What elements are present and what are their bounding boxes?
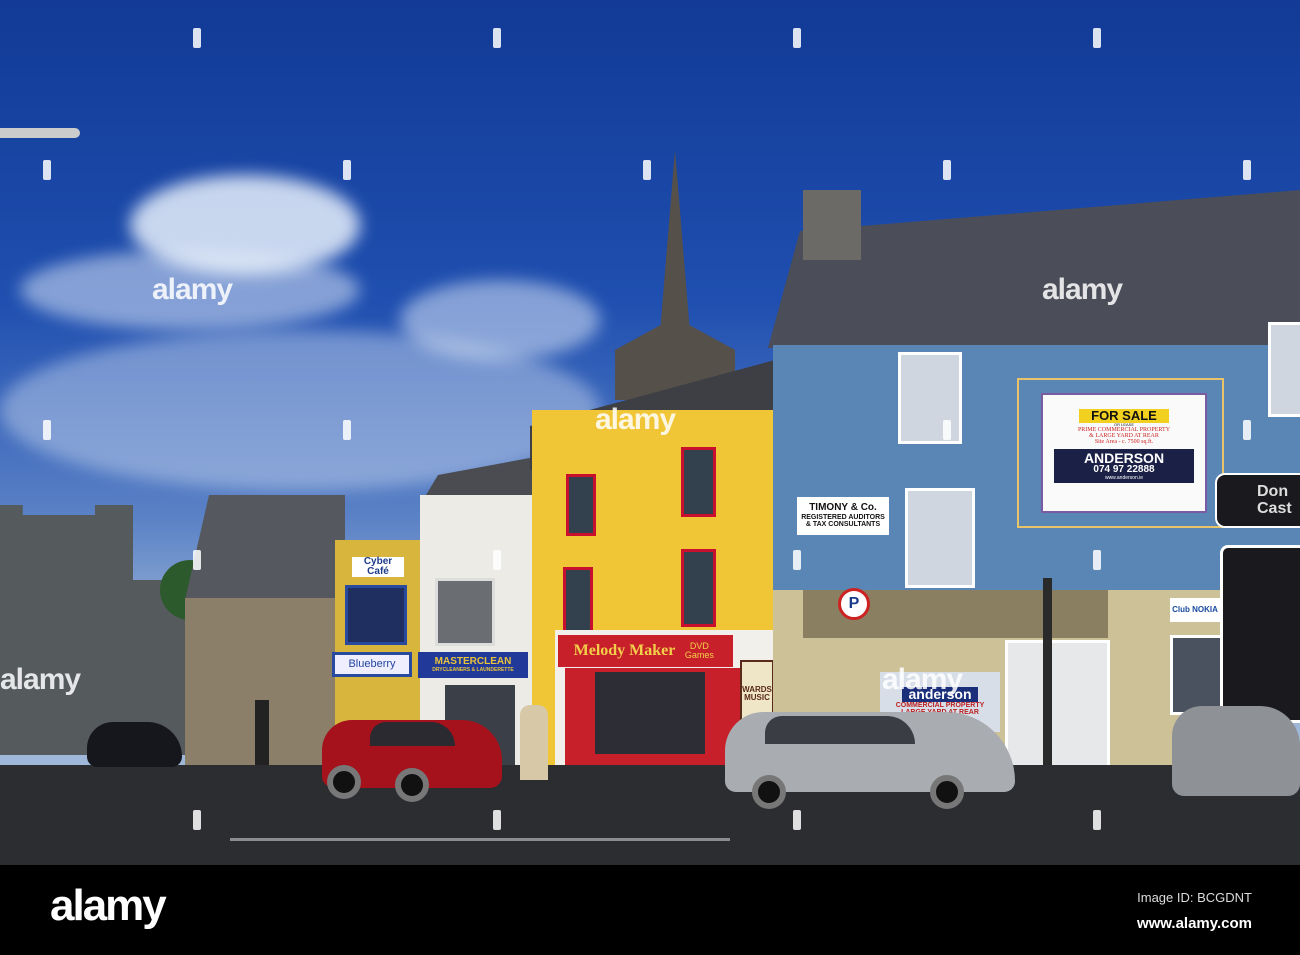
timony-sign: TIMONY & Co. REGISTERED AUDITORS & TAX CON…	[797, 497, 889, 535]
street-photo: Cyber Café Blueberry MASTERCLEAN DRYCLEAN…	[0, 0, 1300, 865]
castle-building	[0, 505, 190, 755]
watermark-bar: alamy Image ID: BCGDNT www.alamy.com	[0, 865, 1300, 955]
road-direction-sign: Don Cast	[1215, 473, 1300, 528]
black-car	[87, 722, 182, 767]
watermark-logo: alamy	[0, 663, 81, 696]
watermark-logo: alamy	[882, 663, 963, 696]
pedestrian	[520, 705, 548, 780]
cyber-cafe-sign: Cyber Café	[352, 556, 404, 577]
watermark-logo: alamy	[595, 403, 676, 436]
watermark-logo: alamy	[1042, 273, 1123, 306]
melody-maker-sign: Melody Maker DVD Games	[558, 635, 733, 667]
church-spire	[615, 150, 735, 400]
pub-roof	[185, 495, 345, 600]
blueberry-sign: Blueberry	[332, 652, 412, 677]
alamy-url: www.alamy.com	[1136, 915, 1252, 932]
street-lamp	[0, 128, 80, 138]
club-nokia-sign: Club NOKIA	[1170, 598, 1220, 622]
grey-car-right	[1172, 706, 1300, 796]
alamy-logo: alamy	[50, 881, 167, 930]
masterclean-sign: MASTERCLEAN DRYCLEANERS & LAUNDERETTE	[418, 652, 528, 678]
watermark-logo: alamy	[152, 273, 233, 306]
for-sale-sign: FOR SALE OR LEASE PRIME COMMERCIAL PROPE…	[1041, 393, 1207, 513]
parking-sign: P	[838, 588, 870, 620]
image-id: Image ID: BCGDNT	[1137, 890, 1252, 905]
